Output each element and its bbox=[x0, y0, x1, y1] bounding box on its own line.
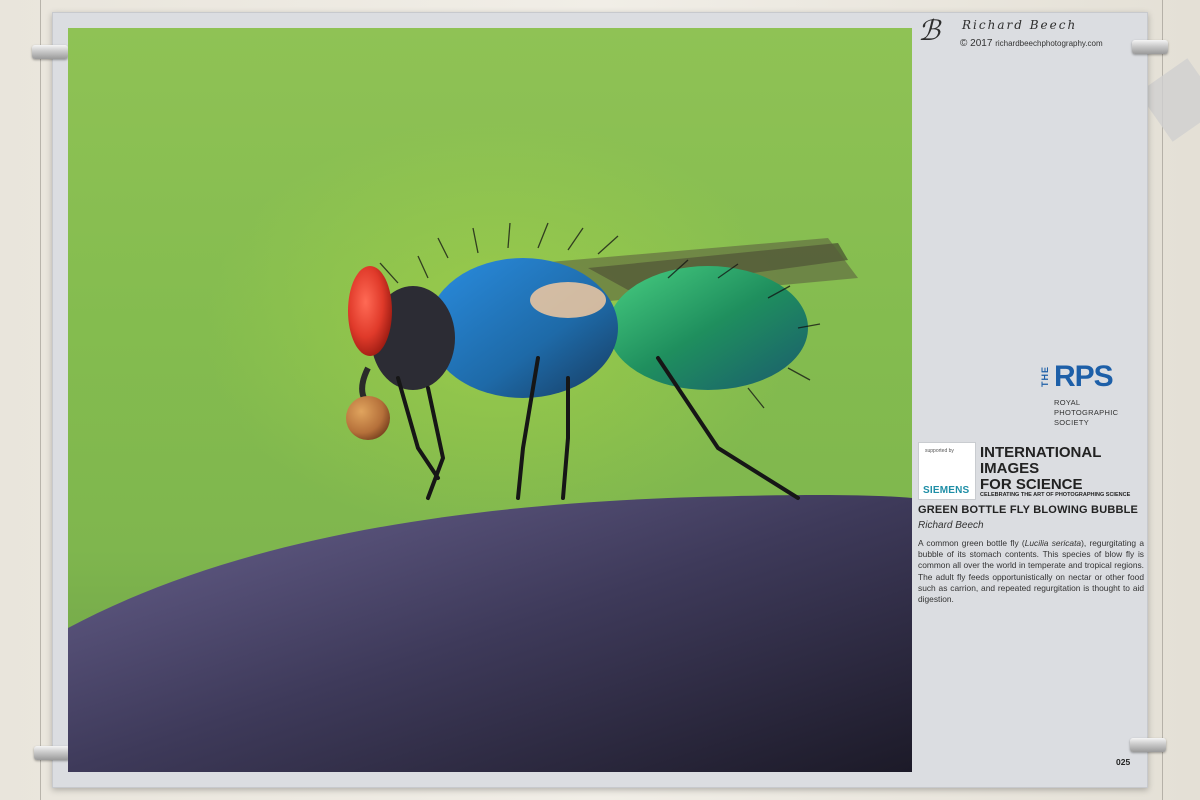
fly-eye bbox=[348, 266, 392, 356]
rps-the-label: THE bbox=[1040, 366, 1050, 387]
copyright-year: © 2017 bbox=[960, 38, 993, 49]
hanging-wire-left bbox=[40, 0, 41, 800]
perch-surface bbox=[68, 495, 912, 772]
fly-illustration bbox=[68, 222, 912, 772]
signature-name: Richard Beech bbox=[962, 18, 1078, 32]
sponsor-logo: supported by SIEMENS bbox=[918, 442, 976, 500]
fly-proboscis bbox=[359, 366, 371, 402]
mount-stud-top-left bbox=[32, 45, 68, 59]
species-name: Lucilia sericata bbox=[1024, 538, 1082, 548]
regurgitated-bubble bbox=[346, 396, 390, 440]
rps-fullname-line-3: SOCIETY bbox=[1054, 418, 1090, 427]
mount-stud-bottom-right bbox=[1130, 738, 1166, 752]
signature-copyright: © 2017 richardbeechphotography.com bbox=[960, 38, 1103, 49]
mount-stud-bottom-left bbox=[34, 746, 70, 760]
artwork-author: Richard Beech bbox=[918, 520, 984, 531]
photographer-signature: ℬ Richard Beech © 2017 richardbeechphoto… bbox=[918, 14, 1138, 54]
rps-fullname-line-1: ROYAL bbox=[1054, 398, 1081, 407]
rps-logo-block: THE RPS ROYAL PHOTOGRAPHIC SOCIETY bbox=[1040, 360, 1140, 434]
fly-wing-base bbox=[530, 282, 606, 318]
rps-fullname-line-2: PHOTOGRAPHIC bbox=[1054, 408, 1119, 417]
rps-logo: RPS bbox=[1054, 360, 1114, 393]
exhibition-header: supported by SIEMENS INTERNATIONAL IMAGE… bbox=[918, 442, 1138, 500]
exhibition-title-line-3: FOR SCIENCE bbox=[980, 476, 1083, 493]
artwork-number: 025 bbox=[1116, 757, 1131, 767]
exhibition-title: INTERNATIONAL IMAGES FOR SCIENCE bbox=[980, 445, 1140, 493]
photographer-website: richardbeechphotography.com bbox=[995, 39, 1103, 48]
exhibition-title-line-2: IMAGES bbox=[980, 460, 1040, 477]
fly-thorax bbox=[428, 258, 618, 398]
sponsor-name: SIEMENS bbox=[923, 485, 970, 496]
artwork-description: A common green bottle fly (Lucilia seric… bbox=[918, 538, 1144, 605]
exhibition-title-line-1: INTERNATIONAL bbox=[980, 444, 1102, 461]
signature-monogram: ℬ bbox=[918, 14, 941, 47]
artwork-title: GREEN BOTTLE FLY BLOWING BUBBLE bbox=[918, 504, 1139, 516]
description-part-1: A common green bottle fly ( bbox=[918, 538, 1025, 548]
fly-photograph bbox=[68, 28, 912, 772]
supported-by-label: supported by bbox=[925, 448, 954, 454]
exhibition-tagline: CELEBRATING THE ART OF PHOTOGRAPHING SCI… bbox=[980, 492, 1131, 498]
fly-abdomen bbox=[608, 266, 808, 390]
